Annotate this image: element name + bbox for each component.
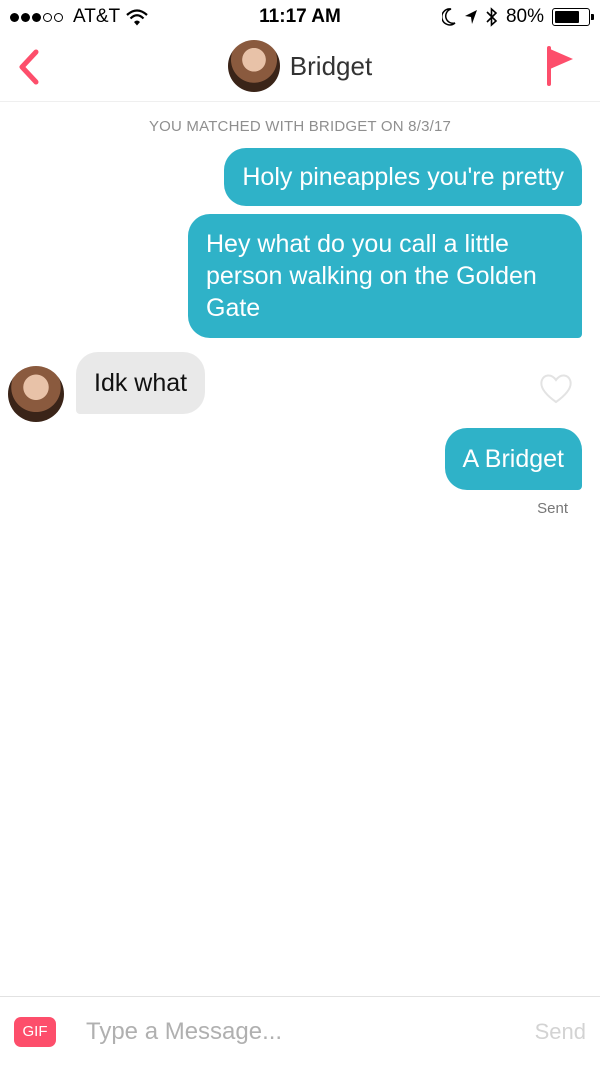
like-message-button[interactable] [538,372,574,404]
message-bubble-outgoing[interactable]: Holy pineapples you're pretty [224,148,582,206]
location-arrow-icon [464,10,477,24]
match-date-note: YOU MATCHED WITH BRIDGET ON 8/3/17 [148,118,452,135]
message-bubble-incoming[interactable]: Idk what [76,352,206,414]
battery-percent: 80% [505,6,544,27]
send-button[interactable]: Send [535,1019,586,1045]
chat-header: Bridget [0,34,600,102]
gif-button[interactable]: GIF [14,1017,56,1047]
message-composer: GIF Send [0,996,600,1067]
report-button[interactable] [544,46,576,86]
message-bubble-outgoing[interactable]: A Bridget [444,428,582,490]
status-right: 80% [441,6,594,28]
status-bar: AT&T 11:17 AM 80% [0,0,600,34]
moon-icon [441,8,456,26]
avatar[interactable] [227,40,280,92]
battery-icon [552,8,594,26]
match-profile-link[interactable]: Bridget [0,40,600,92]
battery-fill [555,11,579,23]
message-bubble-outgoing[interactable]: Hey what do you call a little person wal… [188,214,582,338]
sent-status: Sent [537,500,568,517]
message-input[interactable] [86,1013,506,1051]
match-avatar[interactable] [8,366,64,422]
heart-icon [540,374,572,404]
match-name[interactable]: Bridget [290,51,372,82]
flag-icon [547,46,573,86]
bluetooth-icon [486,7,498,27]
